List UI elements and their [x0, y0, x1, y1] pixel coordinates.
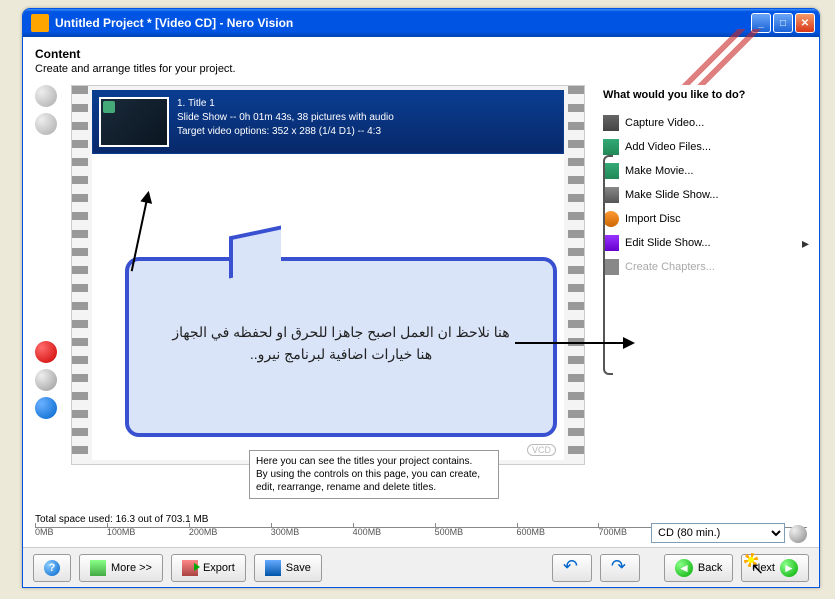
action-create-chapters: Create Chapters...	[603, 255, 807, 279]
help-button[interactable]: ?	[33, 554, 71, 582]
film-icon	[603, 139, 619, 155]
disc-type-select[interactable]: CD (80 min.)	[651, 523, 785, 543]
help-icon: ?	[44, 560, 60, 576]
export-button[interactable]: Export	[171, 554, 246, 582]
cursor-icon: ↖	[751, 559, 764, 579]
save-icon	[265, 560, 281, 576]
action-import-disc[interactable]: Import Disc	[603, 207, 807, 231]
undo-button[interactable]	[552, 554, 592, 582]
maximize-button[interactable]: □	[773, 13, 793, 33]
camera-icon	[603, 115, 619, 131]
hint-box: Here you can see the titles your project…	[249, 450, 499, 499]
gear-icon[interactable]	[789, 525, 807, 543]
title-name: 1. Title 1	[177, 97, 394, 111]
app-icon	[31, 14, 49, 32]
app-window: Untitled Project * [Video CD] - Nero Vis…	[22, 8, 820, 588]
title-thumbnail	[99, 97, 169, 147]
title-details: Slide Show -- 0h 01m 43s, 38 pictures wi…	[177, 111, 394, 125]
annotation-arrow	[515, 342, 633, 344]
next-button[interactable]: Next► ↖	[741, 554, 809, 582]
close-button[interactable]: ✕	[795, 13, 815, 33]
right-panel-title: What would you like to do?	[603, 89, 807, 101]
undo-icon	[563, 560, 581, 576]
redo-button[interactable]	[600, 554, 640, 582]
page-subtitle: Create and arrange titles for your proje…	[35, 63, 807, 75]
content-area: Content Create and arrange titles for yo…	[23, 37, 819, 587]
back-icon: ◄	[675, 559, 693, 577]
title-target: Target video options: 352 x 288 (1/4 D1)…	[177, 125, 394, 139]
film-perforation	[568, 86, 584, 464]
film-perforation	[72, 86, 88, 464]
titlebar[interactable]: Untitled Project * [Video CD] - Nero Vis…	[23, 9, 819, 37]
more-icon	[90, 560, 106, 576]
title-metadata: 1. Title 1 Slide Show -- 0h 01m 43s, 38 …	[177, 97, 394, 147]
page-title: Content	[35, 47, 807, 61]
action-make-slideshow[interactable]: Make Slide Show...	[603, 183, 807, 207]
back-button[interactable]: ◄Back	[664, 554, 733, 582]
action-make-movie[interactable]: Make Movie...	[603, 159, 807, 183]
more-button[interactable]: More >>	[79, 554, 163, 582]
next-icon: ►	[780, 559, 798, 577]
chevron-right-icon[interactable]: ▸	[802, 235, 809, 252]
bottom-toolbar: ? More >> Export Save ◄Back Next► ↖	[23, 547, 819, 587]
left-toolbar	[35, 85, 59, 465]
right-panel: What would you like to do? Capture Video…	[597, 85, 807, 465]
window-title: Untitled Project * [Video CD] - Nero Vis…	[55, 16, 751, 30]
action-edit-slideshow[interactable]: Edit Slide Show...	[603, 231, 807, 255]
export-icon	[182, 560, 198, 576]
tool-button-3[interactable]	[35, 369, 57, 391]
title-item[interactable]: 1. Title 1 Slide Show -- 0h 01m 43s, 38 …	[92, 90, 564, 154]
action-capture-video[interactable]: Capture Video...	[603, 111, 807, 135]
save-button[interactable]: Save	[254, 554, 322, 582]
vcd-badge: VCD	[527, 444, 556, 456]
tool-button-1[interactable]	[35, 85, 57, 107]
action-add-video[interactable]: Add Video Files...	[603, 135, 807, 159]
record-button[interactable]	[35, 341, 57, 363]
annotation-callout: هنا نلاحظ ان العمل اصبح جاهزا للحرق او ل…	[125, 257, 557, 437]
tool-button-4[interactable]	[35, 397, 57, 419]
minimize-button[interactable]: _	[751, 13, 771, 33]
space-used-label: Total space used: 16.3 out of 703.1 MB	[35, 514, 208, 525]
redo-icon	[611, 560, 629, 576]
tool-button-2[interactable]	[35, 113, 57, 135]
